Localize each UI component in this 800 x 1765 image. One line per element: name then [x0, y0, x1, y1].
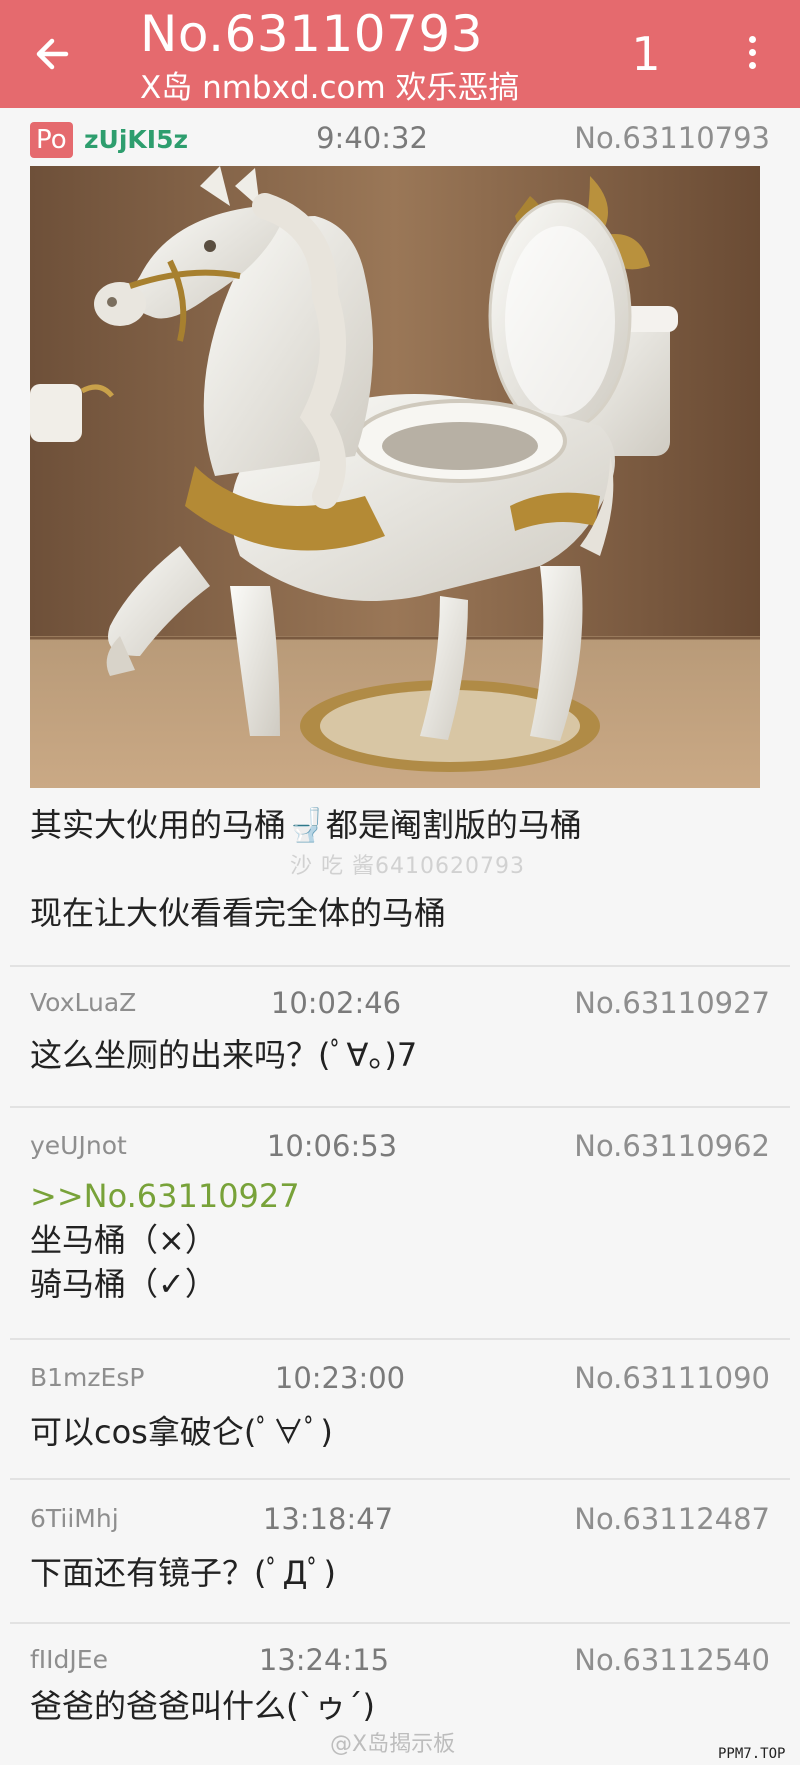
post-meta: 6TiiMhj 13:18:47 No.63112487 [0, 1499, 800, 1539]
content-line: 可以cos拿破仑(ﾟ∀ﾟ) [30, 1413, 333, 1451]
content-line: 现在让大伙看看完全体的马桶 [30, 894, 447, 932]
weibo-watermark: @X岛揭示板 [330, 1732, 456, 1757]
reply-post: VoxLuaZ 10:02:46 No.63110927 这么坐厕的出来吗？(ﾟ… [0, 983, 800, 1083]
content-line: 坐马桶（×） [30, 1221, 217, 1259]
post-meta: Po zUjKI5z 9:40:32 No.63110793 [0, 118, 800, 158]
post-uid[interactable]: B1mzEsP [30, 1358, 144, 1398]
post-time: 13:18:47 [262, 1502, 394, 1536]
po-badge: Po [30, 122, 73, 158]
board-subtitle: X岛 nmbxd.com 欢乐恶搞 [140, 70, 520, 106]
post-time: 10:23:00 [274, 1361, 406, 1395]
divider [10, 1106, 790, 1108]
post-meta: VoxLuaZ 10:02:46 No.63110927 [0, 983, 800, 1023]
page-indicator[interactable]: 1 [622, 22, 670, 86]
post-time: 10:06:53 [266, 1129, 398, 1163]
post-meta: fIIdJEe 13:24:15 No.63112540 [0, 1640, 800, 1680]
post-id[interactable]: No.63110927 [574, 983, 770, 1023]
post-uid[interactable]: VoxLuaZ [30, 983, 136, 1023]
op-post: Po zUjKI5z 9:40:32 No.63110793 其实大伙用的马桶🚽… [0, 118, 800, 956]
post-content: 爸爸的爸爸叫什么(`ゥ´) [30, 1684, 375, 1728]
more-vert-icon [734, 36, 770, 69]
post-id[interactable]: No.63112540 [574, 1640, 770, 1680]
post-id[interactable]: No.63111090 [574, 1358, 770, 1398]
overlay-watermark: 沙 吃 酱6410620793 [290, 854, 525, 879]
divider [10, 1478, 790, 1480]
reply-quote-link[interactable]: >>No.63110927 [30, 1174, 300, 1218]
post-time: 10:02:46 [270, 986, 402, 1020]
post-uid[interactable]: zUjKI5z [84, 118, 188, 162]
reply-post: yeUJnot 10:06:53 No.63110962 >>No.631109… [0, 1126, 800, 1306]
post-uid[interactable]: yeUJnot [30, 1126, 127, 1166]
corner-watermark: PPM7.TOP [718, 1746, 786, 1762]
thread-title: No.63110793 [140, 5, 483, 63]
divider [10, 1622, 790, 1624]
post-time: 13:24:15 [258, 1643, 390, 1677]
content-line: 其实大伙用的马桶🚽都是阉割版的马桶 [30, 806, 582, 844]
post-content: 可以cos拿破仑(ﾟ∀ﾟ) [30, 1410, 333, 1454]
post-content: 下面还有镜子？(ﾟДﾟ) [30, 1551, 336, 1595]
content-line: 骑马桶（✓） [30, 1265, 217, 1303]
post-time: 9:40:32 [316, 121, 428, 155]
horse-toilet-image [30, 166, 760, 788]
post-uid[interactable]: fIIdJEe [30, 1640, 108, 1680]
more-options-button[interactable] [734, 30, 770, 80]
post-meta: yeUJnot 10:06:53 No.63110962 [0, 1126, 800, 1166]
post-id[interactable]: No.63112487 [574, 1499, 770, 1539]
post-meta: B1mzEsP 10:23:00 No.63111090 [0, 1358, 800, 1398]
post-id[interactable]: No.63110793 [574, 118, 770, 158]
app-bar: No.63110793 X岛 nmbxd.com 欢乐恶搞 1 [0, 0, 800, 108]
post-content: >>No.63110927 坐马桶（×） 骑马桶（✓） [30, 1174, 300, 1306]
post-content: 这么坐厕的出来吗？(ﾟ∀。)7 [30, 1033, 417, 1077]
reply-post: B1mzEsP 10:23:00 No.63111090 可以cos拿破仑(ﾟ∀… [0, 1358, 800, 1458]
divider [10, 1338, 790, 1340]
content-line: 这么坐厕的出来吗？(ﾟ∀。)7 [30, 1036, 418, 1074]
post-id[interactable]: No.63110962 [574, 1126, 770, 1166]
reply-post: fIIdJEe 13:24:15 No.63112540 爸爸的爸爸叫什么(`ゥ… [0, 1640, 800, 1740]
back-button[interactable] [22, 24, 82, 84]
post-image[interactable] [30, 166, 760, 788]
content-line: 下面还有镜子？(ﾟДﾟ) [30, 1554, 336, 1592]
post-uid[interactable]: 6TiiMhj [30, 1499, 119, 1539]
reply-post: 6TiiMhj 13:18:47 No.63112487 下面还有镜子？(ﾟДﾟ… [0, 1499, 800, 1599]
content-line: 爸爸的爸爸叫什么(`ゥ´) [30, 1687, 375, 1725]
back-arrow-icon [36, 38, 69, 70]
divider [10, 965, 790, 967]
